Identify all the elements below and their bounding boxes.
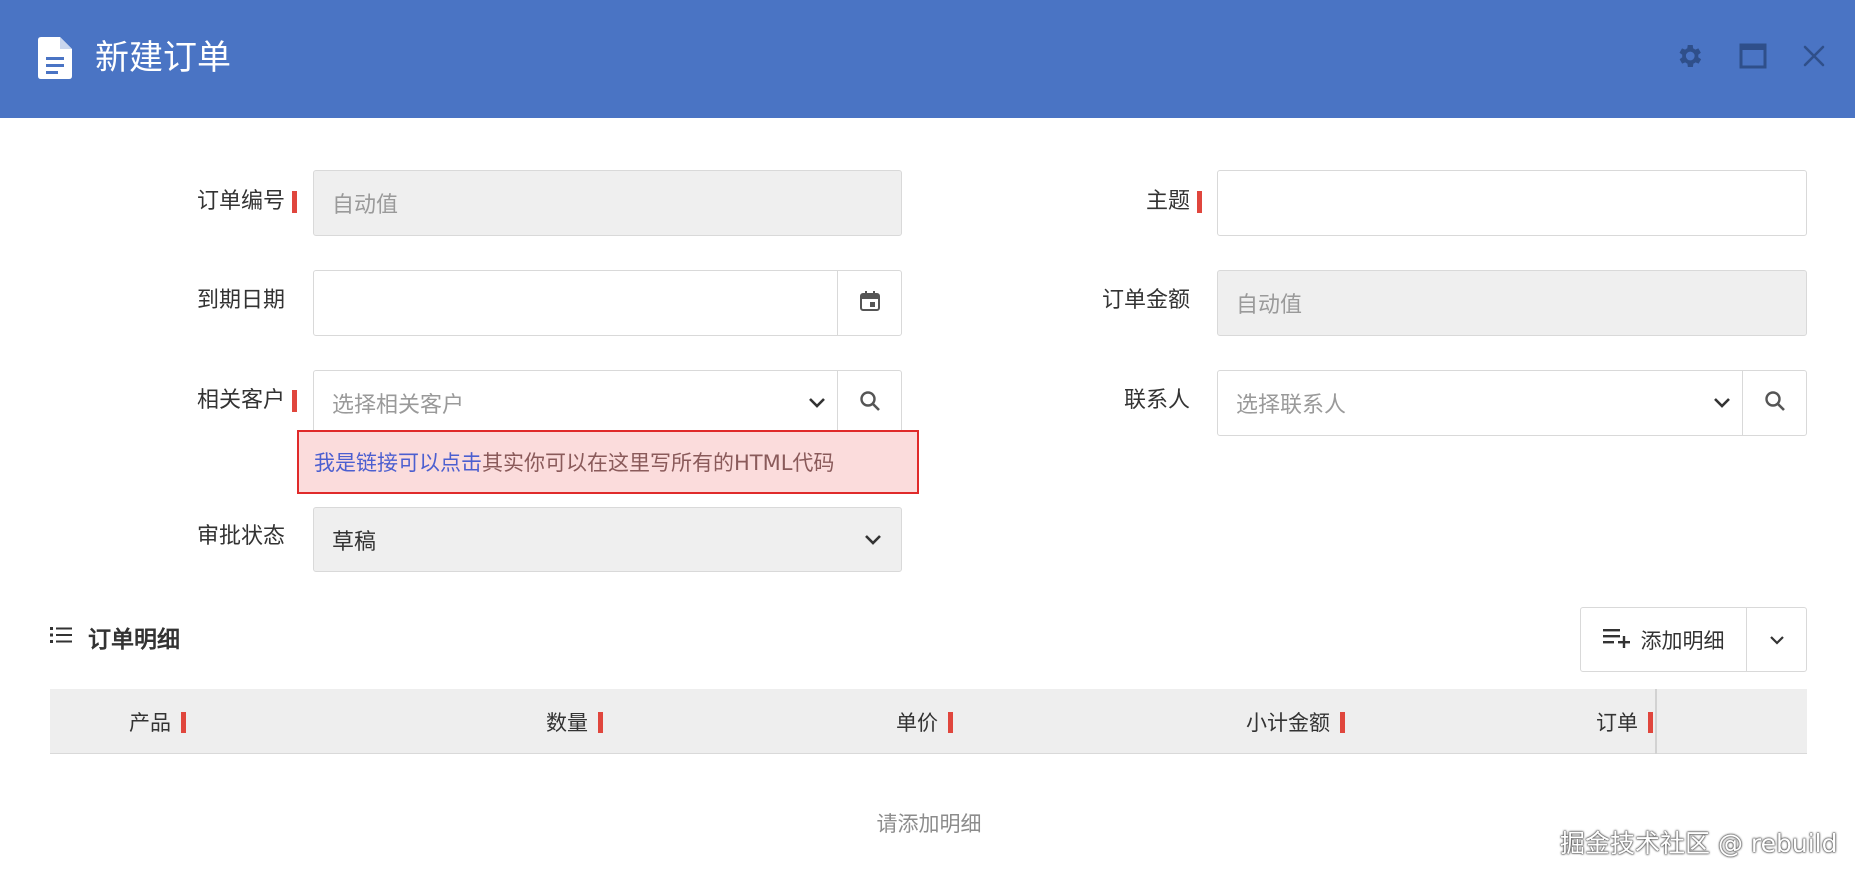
add-detail-button[interactable]: 添加明细 (1581, 608, 1747, 671)
document-icon (38, 37, 72, 79)
column-header: 产品 (129, 707, 186, 737)
required-marker (598, 711, 603, 733)
search-icon (1764, 390, 1786, 416)
details-title: 订单明细 (88, 627, 180, 653)
column-subtotal-label: 小计金额 (1246, 711, 1330, 735)
amount-placeholder: 自动值 (1236, 293, 1303, 318)
hint-link[interactable]: 我是链接可以点击 (314, 447, 482, 477)
status-value: 草稿 (332, 529, 377, 555)
contact-search-button[interactable] (1742, 371, 1806, 435)
column-header: 数量 (546, 707, 603, 737)
required-marker (292, 390, 297, 412)
required-marker (1197, 191, 1202, 213)
required-marker (1340, 711, 1345, 733)
subject-label: 主题 (1145, 189, 1190, 214)
close-button[interactable] (1792, 36, 1836, 80)
chevron-down-icon (1769, 630, 1785, 649)
chevron-down-icon (845, 508, 901, 571)
hint-text: 其实你可以在这里写所有的HTML代码 (482, 451, 835, 475)
column-quantity-label: 数量 (546, 711, 588, 735)
order-no-label: 订单编号 (196, 189, 285, 214)
amount-field[interactable]: 自动值 (1217, 270, 1807, 336)
column-header: 小计金额 (1246, 707, 1345, 737)
order-no-placeholder: 自动值 (332, 193, 399, 218)
add-detail-group: 添加明细 (1580, 607, 1807, 672)
column-order-label: 订单 (1596, 711, 1638, 735)
column-divider (1655, 689, 1657, 754)
amount-label: 订单金额 (1101, 288, 1190, 313)
column-header: 单价 (896, 707, 953, 737)
column-header: 订单 (1596, 707, 1653, 737)
contact-label: 联系人 (1123, 388, 1190, 413)
subject-input[interactable] (1217, 170, 1807, 236)
search-icon (859, 390, 881, 416)
order-no-field[interactable]: 自动值 (313, 170, 902, 236)
customer-placeholder: 选择相关客户 (332, 393, 465, 418)
window-title: 新建订单 (95, 38, 231, 78)
status-label: 审批状态 (196, 524, 285, 549)
close-icon (1802, 44, 1826, 72)
due-date-label: 到期日期 (196, 288, 285, 313)
required-marker (181, 711, 186, 733)
status-select[interactable]: 草稿 (313, 507, 902, 572)
gear-icon (1674, 41, 1704, 75)
column-price-label: 单价 (896, 711, 938, 735)
add-detail-label: 添加明细 (1640, 628, 1725, 653)
add-detail-dropdown[interactable] (1747, 608, 1806, 671)
customer-label: 相关客户 (196, 388, 285, 413)
customer-search-button[interactable] (837, 371, 901, 435)
required-marker (292, 191, 297, 213)
maximize-button[interactable] (1731, 36, 1775, 80)
custom-html-hint: 我是链接可以点击 其实你可以在这里写所有的HTML代码 (297, 430, 919, 494)
required-marker (1648, 711, 1653, 733)
details-section-header: 订单明细 (50, 620, 180, 654)
contact-select[interactable]: 选择联系人 (1217, 370, 1807, 436)
settings-button[interactable] (1667, 36, 1711, 80)
watermark: 掘金技术社区 @ rebuild (1560, 829, 1838, 858)
contact-placeholder: 选择联系人 (1236, 393, 1347, 418)
list-icon (50, 626, 72, 648)
calendar-button[interactable] (837, 271, 901, 335)
required-marker (948, 711, 953, 733)
chevron-down-icon (1702, 371, 1742, 435)
playlist-add-icon (1602, 628, 1631, 652)
column-product-label: 产品 (129, 711, 171, 735)
details-table-header: 产品 数量 单价 小计金额 订单 (50, 689, 1807, 754)
calendar-icon (858, 289, 882, 317)
chevron-down-icon (797, 371, 837, 435)
due-date-input[interactable] (313, 270, 902, 336)
window-titlebar: 新建订单 (0, 0, 1855, 118)
customer-select[interactable]: 选择相关客户 (313, 370, 902, 436)
maximize-icon (1739, 43, 1767, 73)
